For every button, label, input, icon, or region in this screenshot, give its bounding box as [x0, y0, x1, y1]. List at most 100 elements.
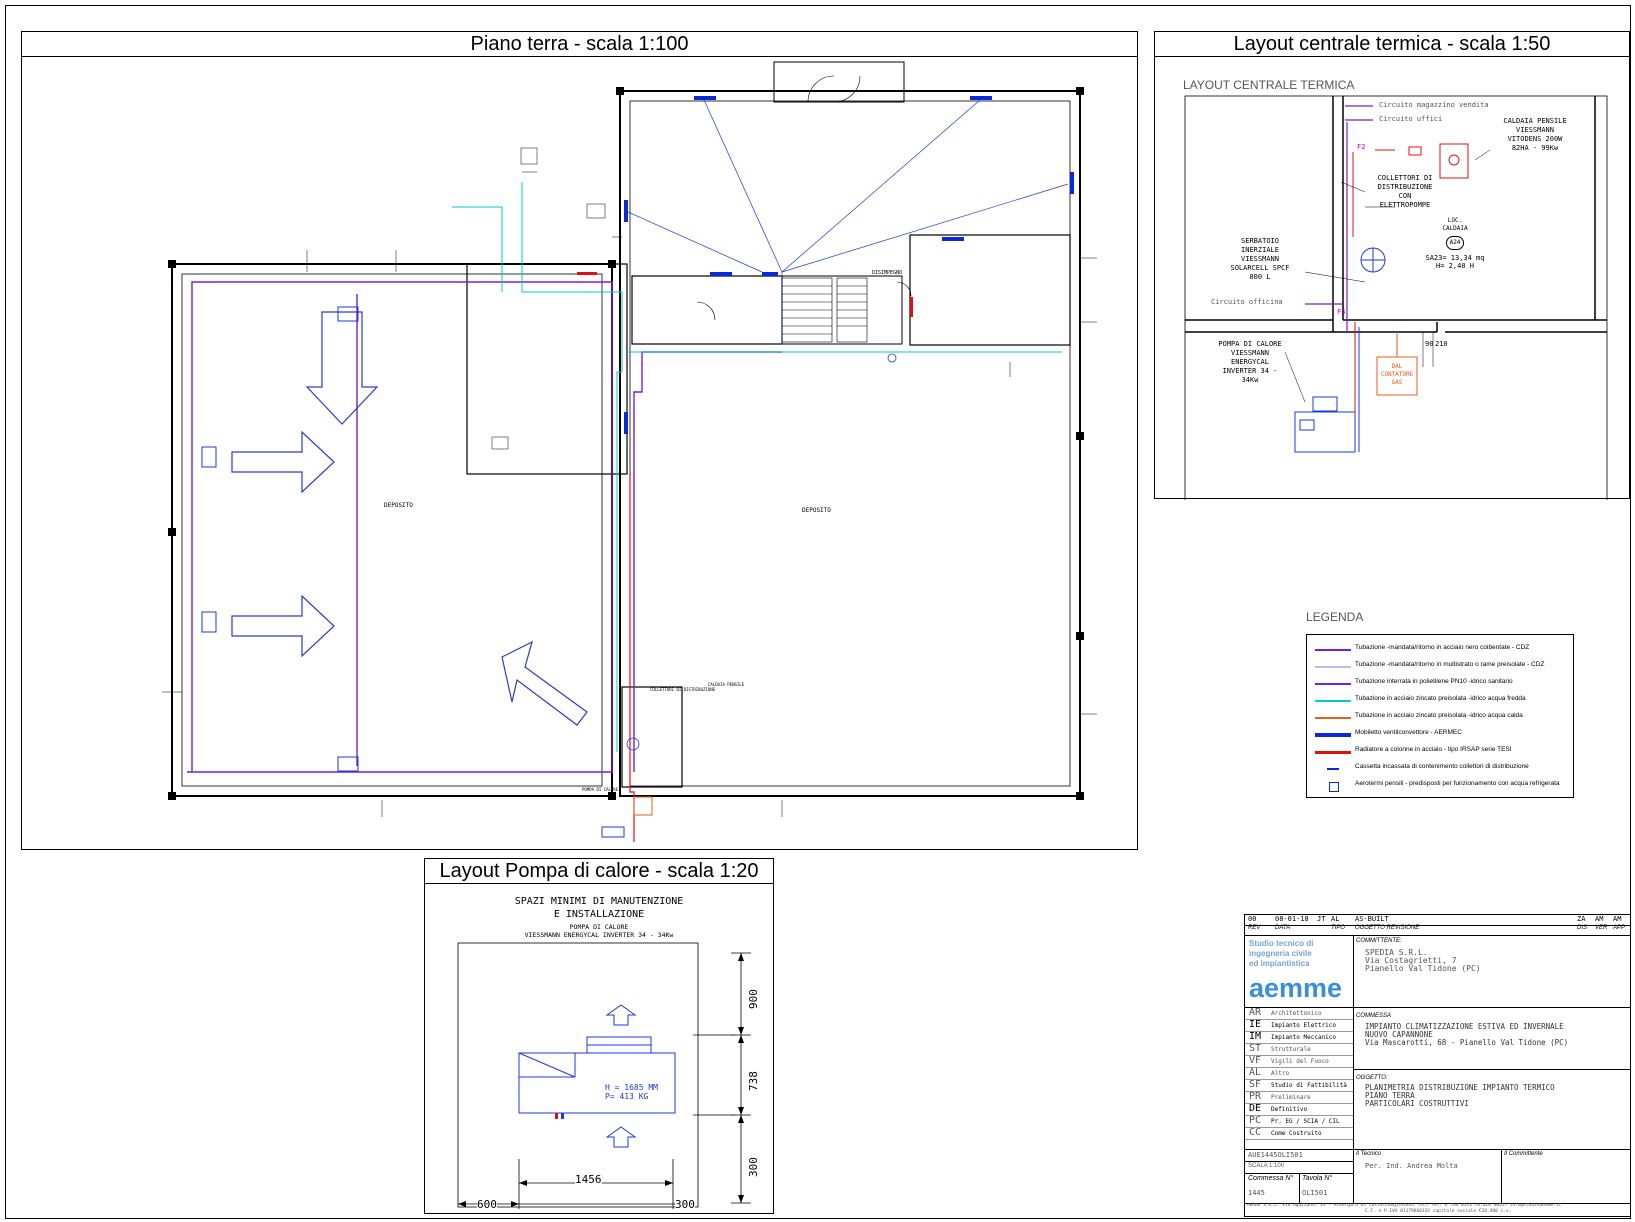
rev-head-cell: TIPO	[1331, 925, 1346, 931]
legend-item: Tubazione -mandata/ritorno in multistrat…	[1307, 660, 1573, 674]
tavola-cell: Tavola N° OLI501	[1299, 1173, 1354, 1204]
serbatoio-line: 800 L	[1249, 273, 1271, 281]
commessa-n-cell: Commessa N° 1445	[1245, 1173, 1300, 1204]
discipline-name: Architettonico	[1271, 1010, 1322, 1017]
contatore-line: DAL	[1391, 363, 1403, 370]
commessa-line: Via Mascarotti, 68 - Pianello Val Tidone…	[1365, 1038, 1569, 1047]
oggetto-line: PARTICOLARI COSTRUTTIVI	[1365, 1099, 1469, 1108]
discipline-code: ST	[1249, 1043, 1262, 1054]
commessa-label: COMMESSA	[1356, 1013, 1392, 1019]
commessa-text: IMPIANTO CLIMATIZZAZIONE ESTIVA ED INVER…	[1365, 1023, 1568, 1047]
legend-text: Mobiletto ventilconvettore - AERMEC	[1355, 729, 1462, 736]
tecnico-name: Per. Ind. Andrea Molta	[1365, 1162, 1458, 1170]
dim-300-vertical: 300	[747, 1157, 760, 1177]
rev-num: 00	[1248, 915, 1257, 923]
legend-text: Tubazione in acciaio zincato preisolata …	[1355, 712, 1523, 719]
contatore-label-group: DAL CONTATORE GAS	[1377, 363, 1417, 387]
floor-plan	[162, 61, 1097, 842]
collettori-line: ELETTROPOMPE	[1379, 201, 1431, 209]
discipline-code: PC	[1249, 1115, 1262, 1126]
legend-swatch	[1327, 768, 1339, 770]
discipline-name: Altro	[1271, 1070, 1290, 1077]
legenda-box: Tubazione -mandata/ritorno in acciaio ne…	[1306, 634, 1574, 798]
serbatoio-line: SERBATOIO	[1241, 237, 1279, 245]
centrale-panel: Layout centrale termica - scala 1:50 LAY…	[1154, 31, 1630, 500]
collettori-line: DISTRIBUZIONE	[1377, 183, 1433, 191]
oggetto-text: PLANIMETRIA DISTRIBUZIONE IMPIANTO TERMI…	[1365, 1084, 1555, 1108]
rev-by1: JT	[1317, 915, 1326, 923]
legend-text: Tubazione -mandata/ritorno in multistrat…	[1355, 661, 1545, 668]
committente-label: COMMITTENTE:	[1356, 938, 1402, 944]
piano-terra-panel: Piano terra - scala 1:100 DEPOSITO DEPOS…	[21, 31, 1138, 850]
collettori-line: COLLETTORI DI	[1377, 174, 1433, 182]
loc-caldaia-group: LOC. CALDAIA A24 SA23= 13,34 mq H= 2,40 …	[1425, 217, 1485, 270]
discipline-name: Studio di Fattibilità	[1271, 1082, 1347, 1089]
legend-swatch	[1315, 700, 1351, 702]
discipline-code: SF	[1249, 1079, 1262, 1090]
dim-90: 90	[1425, 340, 1434, 348]
discipline-code: PR	[1249, 1091, 1262, 1102]
collettori-label-group: COLLETTORI DI DISTRIBUZIONE CON ELETTROP…	[1355, 174, 1455, 210]
committente-line: Pianello Val Tidone (PC)	[1365, 964, 1481, 973]
tecnico-label: Il Tecnico	[1356, 1151, 1382, 1157]
pompa-calore-plan-label: POMPA DI CALORE	[582, 787, 619, 792]
dim-300-horizontal: 300	[675, 1198, 695, 1211]
pompa-centrale-label-group: POMPA DI CALORE VIESSMANN ENERGYCAL INVE…	[1205, 340, 1295, 385]
discipline-code: CC	[1249, 1127, 1262, 1138]
contatore-line: GAS	[1391, 379, 1403, 386]
legend-swatch	[1315, 666, 1351, 668]
f4-label: F4	[1337, 308, 1346, 316]
studio-text: Studio tecnico di ingegneria civile ed i…	[1249, 939, 1313, 969]
pompa-drawing	[457, 942, 751, 1209]
dim-600: 600	[477, 1198, 497, 1211]
dim-900: 900	[747, 989, 760, 1009]
legend-item: Tubazione -mandata/ritorno in acciaio ne…	[1307, 643, 1573, 657]
rev-type: AS-BUILT	[1355, 915, 1389, 923]
pompa-line: VIESSMANN	[1231, 349, 1269, 357]
caldaia-label-group: CALDAIA PENSILE VIESSMANN VITODENS 200W …	[1475, 117, 1595, 153]
serbatoio-line: INERZIALE	[1241, 246, 1279, 254]
discipline-name: Vigili del Fuoco	[1271, 1058, 1329, 1065]
room-dim: H= 2,40 H	[1436, 262, 1474, 270]
rev-head-cell: DATA	[1275, 925, 1291, 931]
pompa-line: INVERTER 34 -	[1222, 367, 1278, 375]
disimpegno-label: DISIMPEGNO	[872, 270, 903, 276]
discipline-code: DE	[1249, 1103, 1262, 1114]
committente-box: COMMITTENTE: SPEDIA S.R.L. Via Costagrie…	[1353, 935, 1630, 1008]
studio-line: ed impiantistica	[1249, 959, 1310, 968]
legend-item: Cassetta incassata di contenimento colle…	[1307, 762, 1573, 776]
tavola-label: Tavola N°	[1302, 1175, 1333, 1182]
drawing-scale: SCALA 1:100	[1248, 1163, 1285, 1169]
drawing-code: AUE1445OLI501	[1248, 1151, 1303, 1159]
discipline-name: Impianto Meccanico	[1271, 1034, 1337, 1041]
discipline-name: Strutturale	[1271, 1046, 1311, 1053]
f2-label: F2	[1357, 143, 1366, 151]
deposito-right-label: DEPOSITO	[802, 507, 831, 514]
studio-box: Studio tecnico di ingegneria civile ed i…	[1245, 935, 1354, 1008]
disciplines-box: AR Architettonico IE Impianto Elettrico IM…	[1245, 1007, 1354, 1150]
footer-line: C.F. e P.IVA 01179860332 capitale social…	[1365, 1209, 1512, 1214]
discipline-code: VF	[1249, 1055, 1262, 1066]
legend-item: Mobiletto ventilconvettore - AERMEC	[1307, 728, 1573, 742]
studio-line: ingegneria civile	[1249, 949, 1312, 958]
oggetto-label: OGGETTO:	[1356, 1075, 1388, 1081]
commessa-box: COMMESSA IMPIANTO CLIMATIZZAZIONE ESTIVA…	[1353, 1007, 1630, 1070]
collettori-line: CON	[1398, 192, 1412, 200]
legend-item: Radiatore a colonne in acciaio - tipo IR…	[1307, 745, 1573, 759]
discipline-code: AL	[1249, 1067, 1262, 1078]
commessa-n: 1445	[1248, 1189, 1265, 1197]
pompa-line: 34Kw	[1241, 376, 1259, 384]
footer: AEMME S.R.L. Via Agazzano, 24 - Rivergar…	[1245, 1203, 1630, 1216]
committente-sign-cell: Il Committente	[1501, 1149, 1630, 1204]
discipline-name: Come Costruito	[1271, 1130, 1322, 1137]
pompa-line: ENERGYCAL	[1231, 358, 1269, 366]
discipline-code: AR	[1249, 1007, 1262, 1018]
loc-line: CALDAIA	[1442, 225, 1468, 232]
circuito-uffici: Circuito uffici	[1379, 115, 1443, 123]
caldaia-line: VITODENS 200W	[1507, 135, 1563, 143]
legend-text: Aerotermi pensili - predisposti per funz…	[1355, 780, 1560, 787]
committente-text: SPEDIA S.R.L. Via Costagrietti, 7 Pianel…	[1365, 949, 1481, 973]
legend-swatch	[1315, 683, 1351, 685]
circuito-magazzino: Circuito magazzino vendita	[1379, 101, 1489, 109]
room-dim: SA23= 13,34 mq	[1425, 254, 1485, 262]
